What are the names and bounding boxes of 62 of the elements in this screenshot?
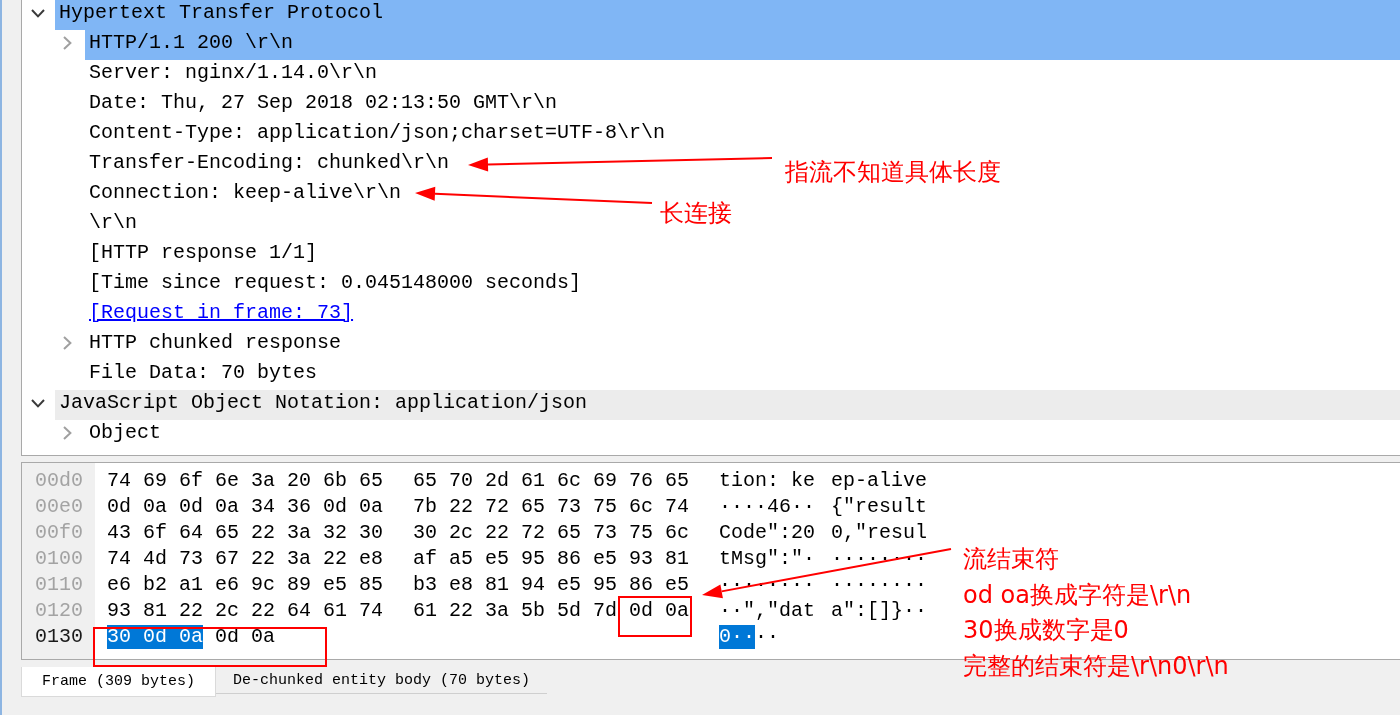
annotation-text: 指流不知道具体长度 [785,157,1001,187]
chevron-right-icon[interactable] [63,336,72,350]
hex-bytes: 0d 0a [629,599,690,623]
tree-item[interactable]: Hypertext Transfer Protocol [55,0,1400,30]
ascii-text: tMsg":"· [719,547,815,571]
hex-bytes: 30 2c 22 72 65 73 75 6c [413,521,690,545]
ascii-text: ep-alive [831,469,927,493]
ascii-text: ··","dat [719,599,815,623]
hex-bytes: af a5 e5 95 86 e5 93 81 [413,547,690,571]
offset-label: 0100 [35,546,83,572]
chevron-down-icon[interactable] [31,398,45,408]
tree-item[interactable]: Connection: keep-alive\r\n [85,180,406,210]
ascii-text: ·· [755,625,780,649]
hex-bytes: 61 22 3a 5b 5d 7d [413,599,618,623]
offset-label: 0130 [35,624,83,650]
ascii-text: {"result [831,495,927,519]
annotation-text: 30换成数字是0 [963,615,1129,646]
hex-bytes: 74 4d 73 67 22 3a 22 e8 [107,547,384,571]
tree-item[interactable]: \r\n [85,210,141,240]
hex-bytes: e6 b2 a1 e6 9c 89 e5 85 [107,573,384,597]
tree-item[interactable]: Date: Thu, 27 Sep 2018 02:13:50 GMT\r\n [85,90,562,120]
tree-item[interactable]: Object [85,420,165,450]
hex-bytes: 74 69 6f 6e 3a 20 6b 65 [107,469,384,493]
tree-item[interactable]: HTTP chunked response [85,330,346,360]
offset-label: 00f0 [35,520,83,546]
offset-label: 00e0 [35,494,83,520]
tree-item[interactable]: [Time since request: 0.045148000 seconds] [85,270,586,300]
chevron-right-icon[interactable] [63,36,72,50]
hex-bytes: 7b 22 72 65 73 75 6c 74 [413,495,690,519]
bytes-tab[interactable]: Frame (309 bytes) [21,667,217,697]
hex-bytes: 30 0d 0a [107,625,203,649]
ascii-text: 0·· [719,625,755,649]
ascii-text: a":[]}·· [831,599,927,623]
hex-bytes: 43 6f 64 65 22 3a 32 30 [107,521,384,545]
annotation-text: 完整的结束符是\r\n0\r\n [963,650,1229,682]
ascii-text: tion: ke [719,469,815,493]
ascii-text: 0,"resul [831,521,927,545]
hex-bytes: 93 81 22 2c 22 64 61 74 [107,599,384,623]
hex-bytes: 65 70 2d 61 6c 69 76 65 [413,469,690,493]
ascii-text: Code":20 [719,521,815,545]
hex-bytes: 0d 0a [215,625,276,649]
annotation-text: 流结束符 [963,544,1059,575]
tree-item[interactable]: File Data: 70 bytes [85,360,322,390]
offset-label: 0120 [35,598,83,624]
offset-label: 0110 [35,572,83,598]
tree-item[interactable]: HTTP/1.1 200 \r\n [85,30,1400,60]
ascii-text: ········ [831,573,927,597]
tree-item[interactable]: JavaScript Object Notation: application/json [55,390,1400,420]
offset-label: 00d0 [35,468,83,494]
frame-link[interactable]: [Request in frame: 73] [85,300,358,330]
tree-item[interactable]: Transfer-Encoding: chunked\r\n [85,150,454,180]
tree-item[interactable]: Content-Type: application/json;charset=UTF-8\r\n [85,120,670,150]
hex-bytes: b3 e8 81 94 e5 95 86 e5 [413,573,690,597]
tree-item[interactable]: Server: nginx/1.14.0\r\n [85,60,382,90]
chevron-right-icon[interactable] [63,426,72,440]
chevron-down-icon[interactable] [31,8,45,18]
tree-item[interactable]: [HTTP response 1/1] [85,240,322,270]
bytes-tab[interactable]: De-chunked entity body (70 bytes) [216,667,548,694]
hex-bytes: 0d 0a 0d 0a 34 36 0d 0a [107,495,384,519]
annotation-text: od oa换成字符是\r\n [963,579,1192,611]
ascii-text: ····46·· [719,495,815,519]
annotation-text: 长连接 [660,198,732,228]
